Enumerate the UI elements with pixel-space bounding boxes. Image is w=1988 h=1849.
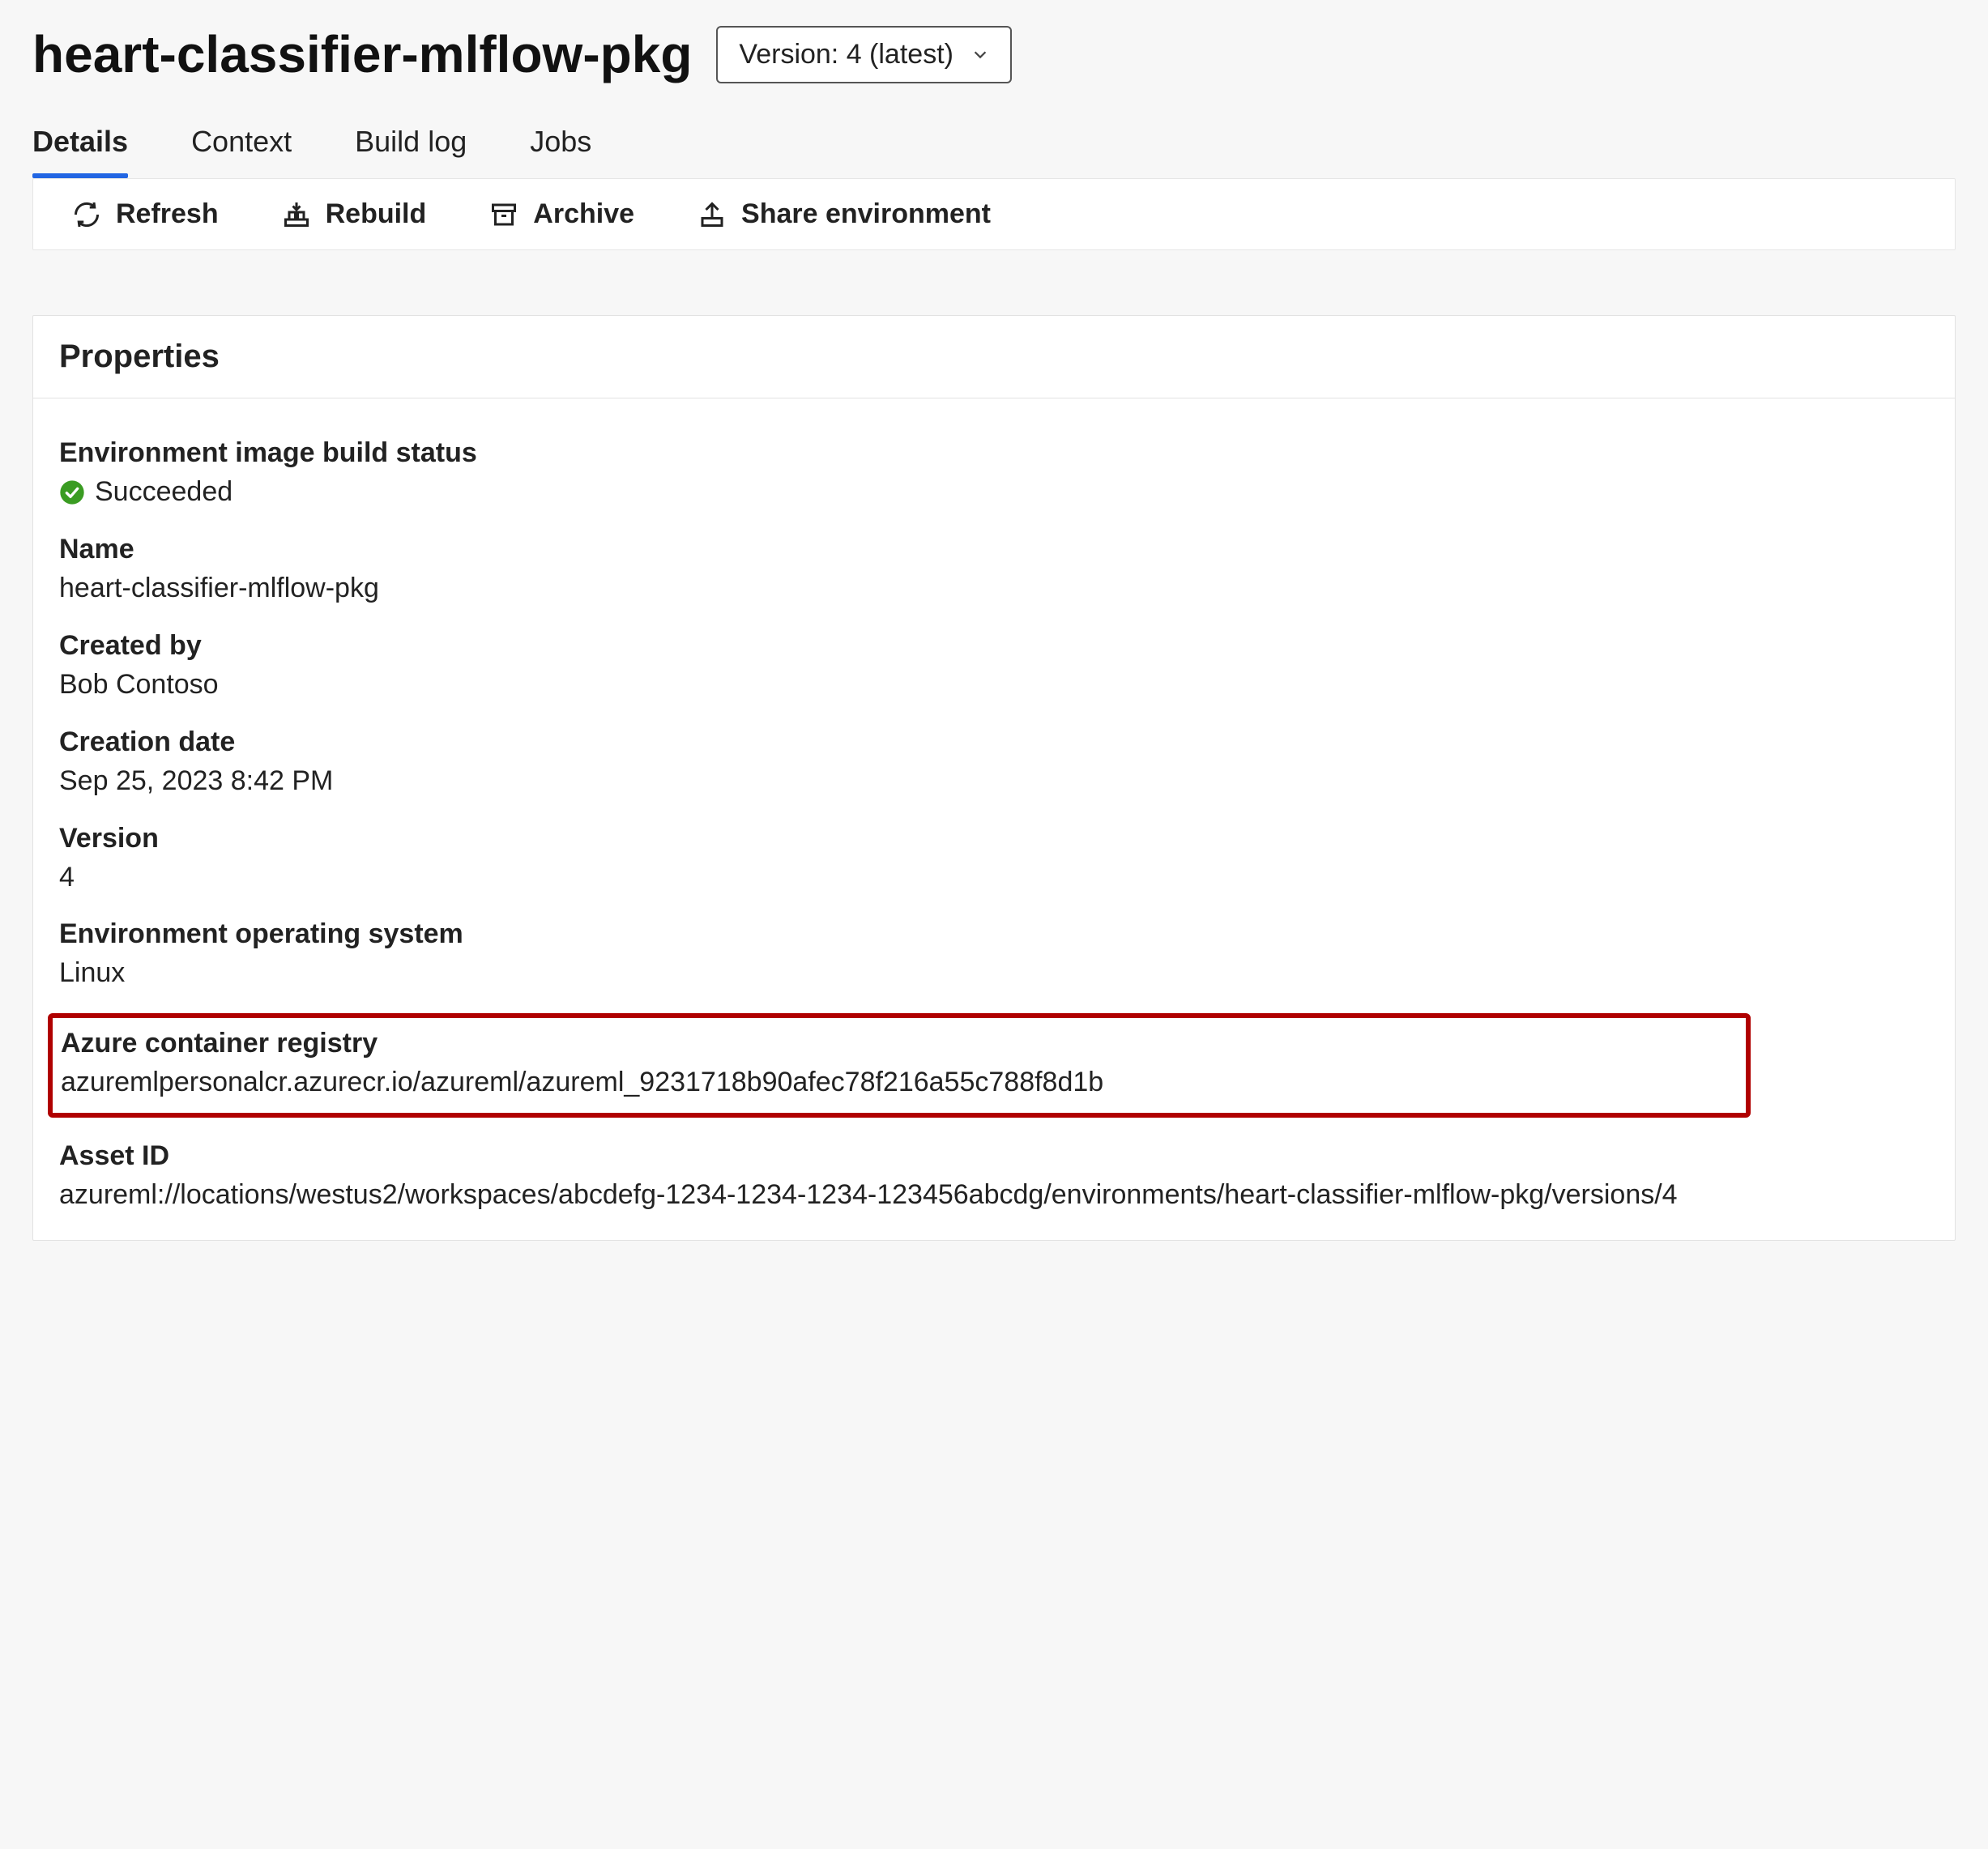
- version-selector[interactable]: Version: 4 (latest): [716, 26, 1012, 83]
- name-value: heart-classifier-mlflow-pkg: [59, 570, 1929, 607]
- created-by-label: Created by: [59, 630, 1929, 662]
- share-environment-button[interactable]: Share environment: [698, 198, 991, 230]
- highlighted-acr-box: Azure container registry azuremlpersonal…: [48, 1013, 1751, 1118]
- version-selector-label: Version: 4 (latest): [739, 39, 953, 70]
- version-value: 4: [59, 859, 1929, 897]
- rebuild-label: Rebuild: [326, 198, 427, 230]
- toolbar: Refresh Rebuild Archive Share environmen…: [32, 178, 1956, 250]
- share-label: Share environment: [741, 198, 991, 230]
- acr-value: azuremlpersonalcr.azurecr.io/azureml/azu…: [61, 1064, 1738, 1101]
- field-creation-date: Creation date Sep 25, 2023 8:42 PM: [59, 726, 1929, 800]
- properties-body: Environment image build status Succeeded…: [33, 398, 1955, 1240]
- share-icon: [698, 200, 727, 229]
- refresh-button[interactable]: Refresh: [72, 198, 219, 230]
- field-asset-id: Asset ID azureml://locations/westus2/wor…: [59, 1140, 1929, 1214]
- field-acr: Azure container registry azuremlpersonal…: [61, 1028, 1738, 1101]
- field-os: Environment operating system Linux: [59, 918, 1929, 992]
- build-status-label: Environment image build status: [59, 437, 1929, 469]
- version-label: Version: [59, 823, 1929, 854]
- tab-build-log[interactable]: Build log: [355, 125, 467, 177]
- archive-label: Archive: [533, 198, 634, 230]
- build-status-value-row: Succeeded: [59, 474, 1929, 511]
- tab-context[interactable]: Context: [191, 125, 292, 177]
- archive-icon: [489, 200, 518, 229]
- refresh-label: Refresh: [116, 198, 219, 230]
- os-label: Environment operating system: [59, 918, 1929, 950]
- creation-date-label: Creation date: [59, 726, 1929, 758]
- properties-card: Properties Environment image build statu…: [32, 315, 1956, 1241]
- creation-date-value: Sep 25, 2023 8:42 PM: [59, 763, 1929, 800]
- field-created-by: Created by Bob Contoso: [59, 630, 1929, 704]
- archive-button[interactable]: Archive: [489, 198, 634, 230]
- tabs: Details Context Build log Jobs: [32, 84, 1956, 178]
- properties-header: Properties: [33, 316, 1955, 398]
- rebuild-icon: [282, 200, 311, 229]
- asset-id-value: azureml://locations/westus2/workspaces/a…: [59, 1177, 1929, 1214]
- tab-details[interactable]: Details: [32, 125, 128, 177]
- acr-label: Azure container registry: [61, 1028, 1738, 1059]
- field-build-status: Environment image build status Succeeded: [59, 437, 1929, 511]
- field-version: Version 4: [59, 823, 1929, 897]
- page-title: heart-classifier-mlflow-pkg: [32, 24, 692, 84]
- build-status-value: Succeeded: [95, 474, 233, 511]
- rebuild-button[interactable]: Rebuild: [282, 198, 427, 230]
- chevron-down-icon: [971, 45, 989, 63]
- tab-jobs[interactable]: Jobs: [530, 125, 591, 177]
- refresh-icon: [72, 200, 101, 229]
- asset-id-label: Asset ID: [59, 1140, 1929, 1172]
- field-name: Name heart-classifier-mlflow-pkg: [59, 534, 1929, 607]
- os-value: Linux: [59, 955, 1929, 992]
- name-label: Name: [59, 534, 1929, 565]
- created-by-value: Bob Contoso: [59, 667, 1929, 704]
- header: heart-classifier-mlflow-pkg Version: 4 (…: [32, 8, 1956, 84]
- success-check-icon: [59, 479, 85, 505]
